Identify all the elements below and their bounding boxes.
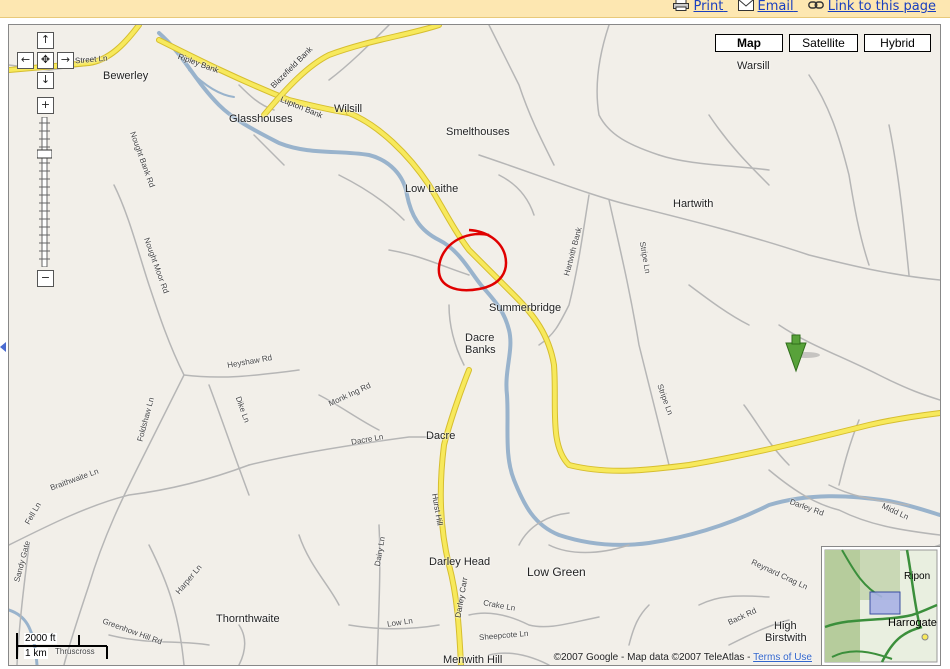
envelope-icon: [737, 0, 754, 11]
place-hartwith: Hartwith: [673, 198, 714, 210]
copyright-notice: ©2007 Google - Map data ©2007 TeleAtlas …: [554, 652, 812, 663]
arrow-right-icon: →: [60, 53, 71, 66]
minus-icon: −: [40, 271, 51, 284]
zoom-in-button[interactable]: +: [37, 97, 54, 114]
place-glasshouses: Glasshouses: [229, 113, 293, 125]
place-dacre: Dacre: [426, 430, 456, 442]
map-type-hybrid-button[interactable]: Hybrid: [864, 34, 931, 52]
arrow-left-icon: ←: [20, 53, 31, 66]
copyright-text: ©2007 Google - Map data ©2007 TeleAtlas …: [553, 652, 754, 663]
scale-metric: 1 km: [24, 648, 48, 659]
link-to-page[interactable]: Link to this page: [807, 0, 936, 14]
collapse-sidebar-arrow[interactable]: [0, 342, 6, 352]
arrow-down-icon: ↓: [40, 73, 51, 86]
pan-down-button[interactable]: ↓: [37, 72, 54, 89]
email-link[interactable]: Email: [737, 0, 798, 14]
place-smelthouses: Smelthouses: [446, 126, 510, 138]
print-label: Print: [693, 0, 724, 14]
top-toolbar: Print Email Link to this page: [0, 0, 950, 18]
place-low-green: Low Green: [527, 565, 586, 579]
place-warsill: Warsill: [737, 60, 770, 72]
email-label: Email: [757, 0, 794, 14]
map-type-map-button[interactable]: Map: [715, 34, 783, 52]
place-high-birstwith-line2: Birstwith: [765, 632, 807, 644]
pan-left-button[interactable]: ←: [17, 52, 34, 69]
pan-up-button[interactable]: ↑: [37, 32, 54, 49]
overview-map[interactable]: Ripon Harrogate: [821, 546, 940, 665]
place-bewerley: Bewerley: [103, 70, 149, 82]
place-wilsill: Wilsill: [334, 103, 363, 115]
place-dacre-banks-line2: Banks: [465, 344, 496, 356]
terms-of-use-link[interactable]: Terms of Use: [753, 652, 812, 663]
place-menwith-hill: Menwith Hill: [443, 654, 503, 666]
scale-imperial: 2000 ft: [24, 633, 57, 644]
pan-right-button[interactable]: →: [57, 52, 74, 69]
toolbar-links: Print Email Link to this page: [663, 0, 936, 14]
plus-icon: +: [40, 98, 51, 111]
zoom-slider-thumb[interactable]: [37, 149, 52, 159]
overview-harrogate: Harrogate: [888, 617, 937, 629]
place-thornthwaite: Thornthwaite: [216, 613, 280, 625]
chain-link-icon: [807, 1, 824, 9]
place-dacre-banks-line1: Dacre: [465, 332, 495, 344]
zoom-out-button[interactable]: −: [37, 270, 54, 287]
arrow-up-icon: ↑: [40, 33, 51, 46]
overview-ripon: Ripon: [904, 571, 931, 582]
printer-icon: [673, 0, 690, 11]
place-darley-head: Darley Head: [429, 556, 491, 568]
zoom-slider[interactable]: [37, 117, 52, 267]
place-low-laithe: Low Laithe: [405, 183, 459, 195]
pan-center-button[interactable]: ✥: [37, 52, 54, 69]
place-high-birstwith-line1: High: [774, 620, 797, 632]
overview-viewport-rect[interactable]: [869, 591, 901, 615]
scale-bar: 2000 ft 1 km: [15, 631, 115, 661]
crosshair-icon: ✥: [40, 53, 51, 66]
link-label: Link to this page: [827, 0, 936, 14]
print-link[interactable]: Print: [673, 0, 727, 14]
map-type-satellite-button[interactable]: Satellite: [789, 34, 858, 52]
map-viewport[interactable]: Bewerley Glasshouses Wilsill Smelthouses…: [8, 24, 941, 666]
place-summerbridge: Summerbridge: [489, 302, 562, 314]
